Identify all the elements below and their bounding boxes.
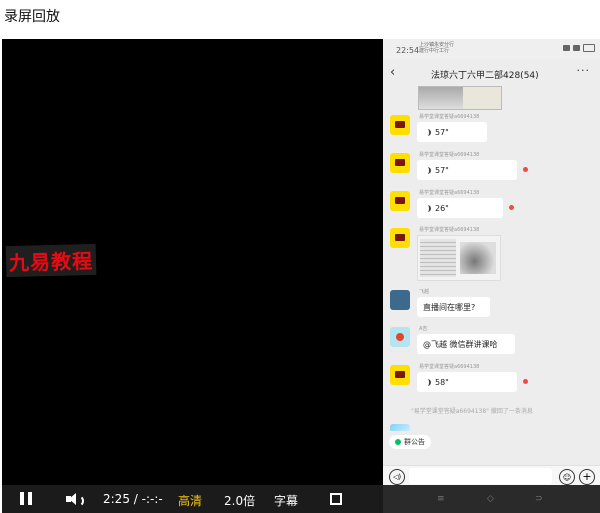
- voice-input-icon: ◁): [389, 469, 405, 485]
- sender-name: 易学堂课堂答疑a6694138: [419, 190, 480, 196]
- subtitle-button[interactable]: 字幕: [274, 492, 298, 509]
- wifi-icon: [573, 45, 580, 51]
- status-center-text: 上沙镇永安分行 建行中行工行: [419, 42, 455, 54]
- text-bubble: 直播间在哪里?: [417, 297, 490, 317]
- video-canvas[interactable]: 九易教程: [2, 39, 383, 485]
- playback-time: 2:25 / -:-:-: [103, 492, 163, 506]
- volume-icon[interactable]: [66, 492, 84, 507]
- voice-bubble: 57": [417, 122, 487, 142]
- avatar: [390, 290, 410, 310]
- voice-bubble: 57": [417, 160, 517, 180]
- avatar: [390, 365, 410, 385]
- watermark-logo: 九易教程: [5, 243, 97, 278]
- image-message: [417, 235, 501, 281]
- menu-nav-icon: ≡: [437, 494, 445, 504]
- chat-text-field: [409, 468, 552, 484]
- notice-icon: [395, 439, 401, 445]
- sender-name: 飞越: [419, 289, 430, 295]
- home-nav-icon: ◇: [487, 494, 494, 504]
- voice-icon: [423, 166, 431, 174]
- status-time: 22:54: [396, 46, 420, 55]
- more-icon: ···: [576, 64, 590, 77]
- sender-name: 易学堂课堂答疑a6694138: [419, 152, 480, 158]
- chat-input-bar: ◁) ☺ +: [383, 465, 600, 485]
- back-arrow-icon: ‹: [390, 65, 396, 80]
- sender-name: A吉: [419, 326, 428, 332]
- signal-icon: [563, 45, 570, 51]
- avatar: [390, 228, 410, 248]
- status-icons: [563, 44, 595, 52]
- image-message-partial: [418, 86, 502, 110]
- voice-icon: [423, 204, 431, 212]
- voice-bubble: 58": [417, 372, 517, 392]
- voice-bubble: 26": [417, 198, 503, 218]
- emoji-icon: ☺: [559, 469, 575, 485]
- phone-nav-bar: ≡ ◇ ⊃: [383, 485, 600, 513]
- fullscreen-icon[interactable]: [330, 493, 342, 505]
- voice-icon: [423, 378, 431, 386]
- group-notice-button: 群公告: [389, 435, 431, 449]
- unread-dot: [509, 205, 514, 210]
- voice-icon: [423, 128, 431, 136]
- sender-name: 易学堂课堂答疑a6694138: [419, 114, 480, 120]
- pause-button[interactable]: [20, 492, 32, 505]
- speed-button[interactable]: 2.0倍: [224, 492, 255, 509]
- phone-status-bar: 22:54 上沙镇永安分行 建行中行工行: [383, 39, 600, 59]
- video-player[interactable]: 九易教程 22:54 上沙镇永安分行 建行中行工行 ‹ 法琼六丁六甲二部428(…: [2, 39, 600, 513]
- chat-title: 法琼六丁六甲二部428(54): [431, 71, 539, 81]
- battery-icon: [583, 44, 595, 52]
- phone-screen-recording: 22:54 上沙镇永安分行 建行中行工行 ‹ 法琼六丁六甲二部428(54) ·…: [383, 39, 600, 485]
- plus-icon: +: [579, 469, 595, 485]
- group-notice-bar: 群公告: [383, 431, 600, 455]
- avatar: [390, 327, 410, 347]
- unread-dot: [523, 167, 528, 172]
- unread-dot: [523, 379, 528, 384]
- avatar: [390, 115, 410, 135]
- quality-button[interactable]: 高清: [178, 492, 202, 509]
- sender-name: 易学堂课堂答疑a6694138: [419, 227, 480, 233]
- message-list: 易学堂课堂答疑a6694138 57" 易学堂课堂答疑a6694138 57" …: [383, 83, 600, 428]
- sender-name: 易学堂课堂答疑a6694138: [419, 364, 480, 370]
- back-nav-icon: ⊃: [535, 494, 543, 504]
- system-recall-note: "易学堂课堂答疑a6694138" 撤回了一条消息: [411, 408, 533, 415]
- avatar: [390, 191, 410, 211]
- page-title: 录屏回放: [4, 9, 60, 25]
- text-bubble: @飞越 微信群讲课哈: [417, 334, 515, 354]
- avatar: [390, 153, 410, 173]
